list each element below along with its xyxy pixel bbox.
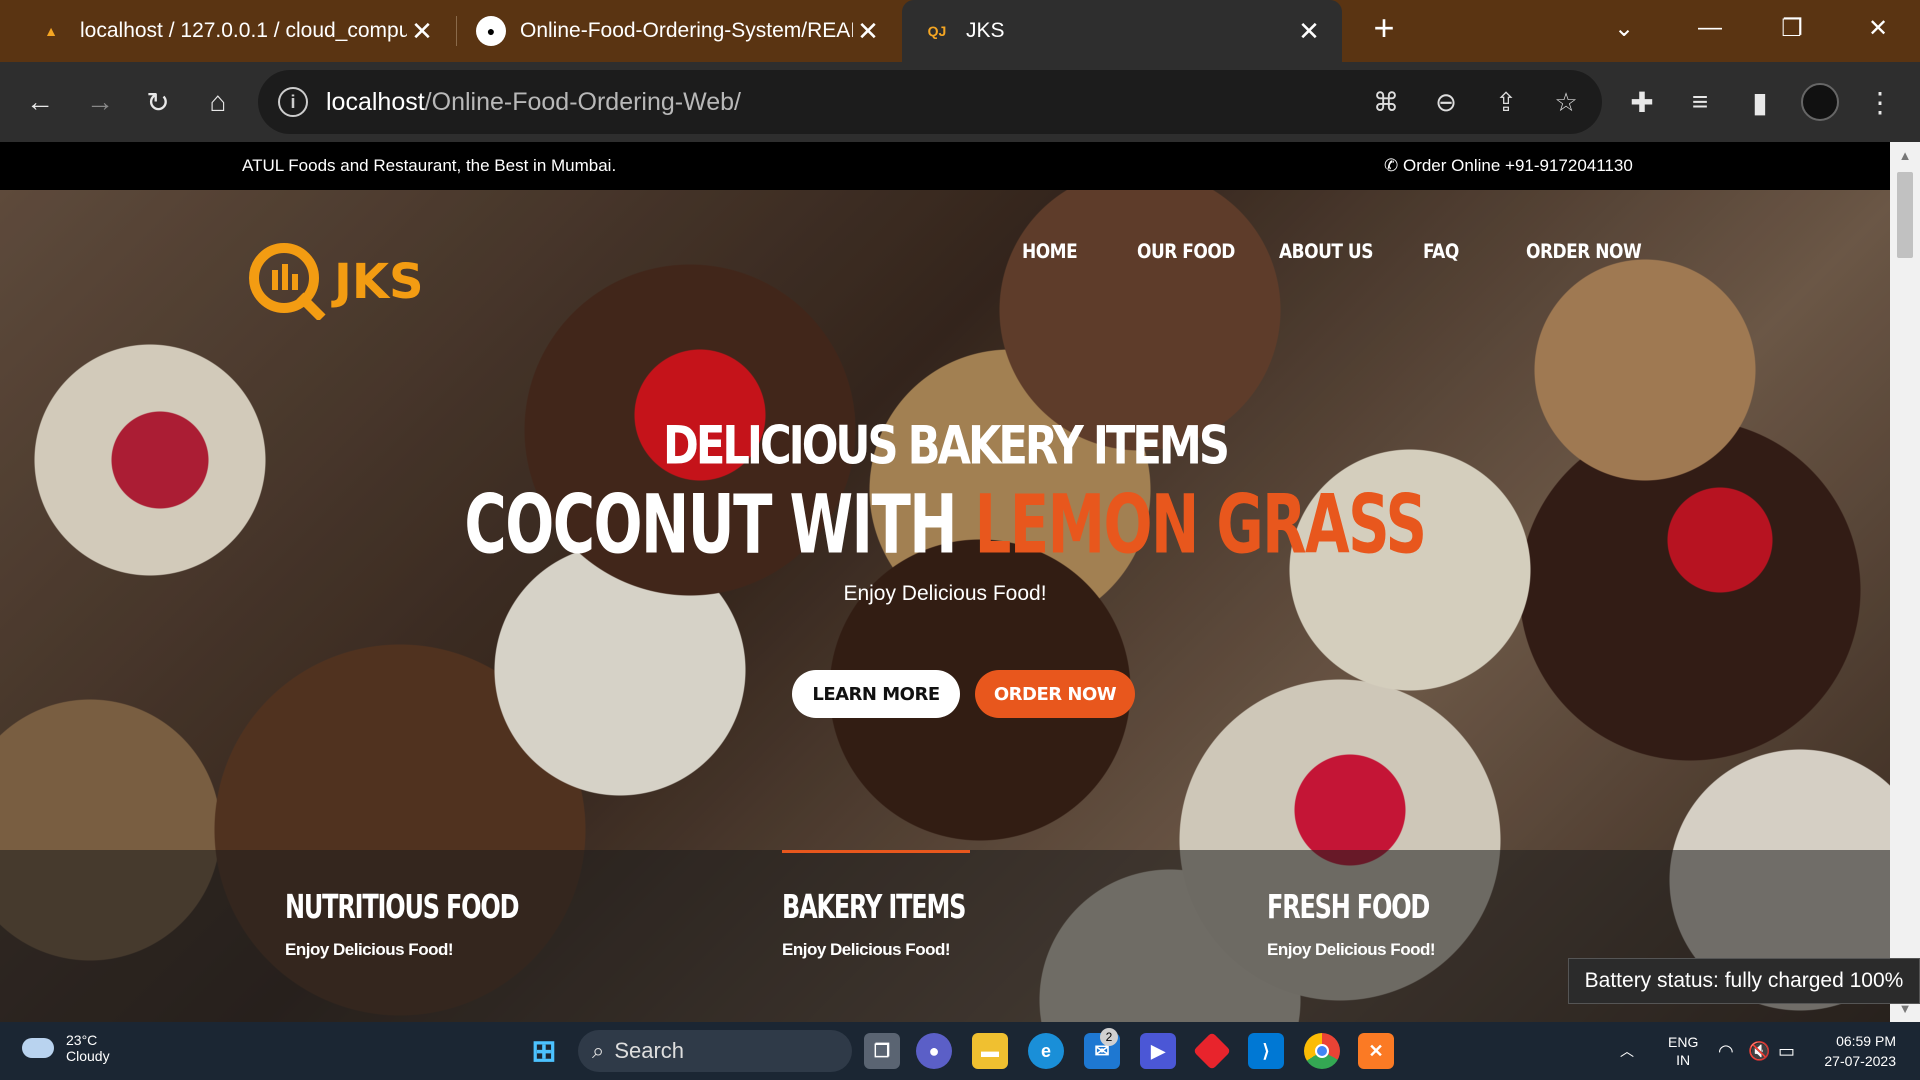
- feature-text: Enjoy Delicious Food!: [782, 940, 951, 959]
- show-hidden-icons[interactable]: ︿: [1620, 1022, 1634, 1080]
- bookmark-star-icon[interactable]: ☆: [1544, 80, 1588, 124]
- extensions-icon[interactable]: ✚: [1620, 80, 1664, 124]
- cloud-icon: [22, 1038, 54, 1058]
- tab-title: localhost / 127.0.0.1 / cloud_comput: [80, 19, 407, 42]
- close-icon[interactable]: ✕: [853, 16, 883, 47]
- weather-temp: 23°C: [66, 1032, 98, 1048]
- nav-order-now[interactable]: ORDER NOW: [1526, 241, 1642, 264]
- xampp-icon[interactable]: ✕: [1358, 1033, 1394, 1069]
- forward-icon[interactable]: →: [78, 80, 122, 124]
- language-indicator[interactable]: ENG IN: [1668, 1022, 1698, 1080]
- home-icon[interactable]: ⌂: [196, 80, 240, 124]
- wifi-icon[interactable]: ◠: [1718, 1022, 1734, 1080]
- feature-active-indicator: [782, 850, 970, 853]
- file-explorer-icon[interactable]: ▬: [972, 1033, 1008, 1069]
- jks-icon: QJ: [927, 23, 947, 39]
- feature-title: BAKERY ITEMS: [782, 888, 966, 927]
- close-icon[interactable]: ✕: [407, 16, 437, 47]
- feature-text: Enjoy Delicious Food!: [1267, 940, 1436, 959]
- weather-desc: Cloudy: [66, 1048, 110, 1064]
- menu-kebab-icon[interactable]: ⋮: [1858, 80, 1902, 124]
- chrome-icon[interactable]: [1304, 1033, 1340, 1069]
- system-clock[interactable]: 06:59 PM 27-07-2023: [1824, 1031, 1896, 1071]
- url-text[interactable]: localhost/Online-Food-Ordering-Web/: [326, 88, 741, 117]
- site-topbar: ATUL Foods and Restaurant, the Best in M…: [0, 142, 1890, 190]
- hero-tagline: Enjoy Delicious Food!: [843, 582, 1047, 605]
- edge-icon[interactable]: e: [1028, 1033, 1064, 1069]
- battery-icon[interactable]: ▭: [1778, 1022, 1795, 1080]
- volume-muted-icon[interactable]: 🔇: [1748, 1022, 1770, 1080]
- tab-title: JKS: [966, 19, 1005, 42]
- learn-more-button[interactable]: LEARN MORE: [792, 670, 960, 718]
- restore-button[interactable]: ❐: [1752, 0, 1832, 56]
- new-tab-button[interactable]: +: [1344, 0, 1424, 56]
- teams-chat-icon[interactable]: ●: [916, 1033, 952, 1069]
- git-icon[interactable]: [1192, 1031, 1232, 1071]
- zoom-icon[interactable]: ⊖: [1424, 80, 1468, 124]
- hero-subtitle: DELICIOUS BAKERY ITEMS: [663, 415, 1230, 477]
- site-info-icon[interactable]: i: [278, 87, 308, 117]
- nav-our-food[interactable]: OUR FOOD: [1137, 241, 1235, 264]
- search-label: Search: [614, 1038, 685, 1063]
- tab-title: Online-Food-Ordering-System/REAI: [520, 19, 853, 42]
- profile-avatar[interactable]: [1798, 80, 1842, 124]
- pma-icon: ▲: [44, 23, 58, 39]
- scroll-up-icon[interactable]: ▲: [1890, 148, 1920, 163]
- vscode-icon[interactable]: ⟩: [1248, 1033, 1284, 1069]
- feature-title: FRESH FOOD: [1267, 888, 1430, 927]
- tab-jks[interactable]: QJ JKS ✕: [902, 0, 1342, 62]
- search-icon: ⌕: [592, 1038, 605, 1063]
- share-icon[interactable]: ⇪: [1484, 80, 1528, 124]
- windows-taskbar: 23°C Cloudy ⊞ ⌕ Search ❐ ● ▬ e ✉ 2 ▶ ⟩ ✕…: [0, 1022, 1920, 1080]
- scrollbar-thumb[interactable]: [1897, 172, 1913, 258]
- topbar-phone[interactable]: ✆ Order Online +91-9172041130: [1384, 156, 1633, 176]
- close-icon[interactable]: ✕: [1294, 16, 1324, 47]
- browser-tab-bar: ▲ localhost / 127.0.0.1 / cloud_comput ✕…: [0, 0, 1920, 62]
- reload-icon[interactable]: ↻: [136, 80, 180, 124]
- minimize-button[interactable]: —: [1670, 0, 1750, 56]
- back-icon[interactable]: ←: [18, 80, 62, 124]
- tab-github[interactable]: ● Online-Food-Ordering-System/REAI ✕: [456, 0, 901, 62]
- close-window-button[interactable]: ✕: [1838, 0, 1918, 56]
- tab-phpmyadmin[interactable]: ▲ localhost / 127.0.0.1 / cloud_comput ✕: [0, 0, 455, 62]
- task-view-icon[interactable]: ❐: [864, 1033, 900, 1069]
- github-icon: ●: [476, 16, 506, 46]
- translate-icon[interactable]: ⌘: [1364, 80, 1408, 124]
- feature-title: NUTRITIOUS FOOD: [285, 888, 520, 927]
- taskbar-search[interactable]: ⌕ Search: [578, 1030, 852, 1072]
- address-bar[interactable]: i localhost/Online-Food-Ordering-Web/ ⌘ …: [258, 70, 1602, 134]
- nav-about-us[interactable]: ABOUT US: [1279, 241, 1373, 264]
- page-scrollbar[interactable]: ▲ ▼: [1890, 142, 1920, 1022]
- nav-faq[interactable]: FAQ: [1423, 241, 1459, 264]
- tab-search-chevron-icon[interactable]: ⌄: [1584, 0, 1664, 56]
- hero-title: COCONUT WITH LEMON GRASS: [464, 477, 1427, 573]
- weather-widget[interactable]: 23°C Cloudy: [22, 1032, 110, 1064]
- media-player-icon[interactable]: ▶: [1140, 1033, 1176, 1069]
- hero-section: JKS HOME OUR FOOD ABOUT US FAQ ORDER NOW…: [0, 190, 1890, 1022]
- battery-tooltip: Battery status: fully charged 100%: [1568, 958, 1920, 1004]
- side-panel-icon[interactable]: ▮: [1738, 80, 1782, 124]
- phone-icon: ✆: [1384, 156, 1403, 175]
- feature-text: Enjoy Delicious Food!: [285, 940, 454, 959]
- svg-text:JKS: JKS: [331, 254, 424, 310]
- nav-home[interactable]: HOME: [1022, 241, 1078, 264]
- topbar-tagline: ATUL Foods and Restaurant, the Best in M…: [242, 156, 617, 175]
- media-queue-icon[interactable]: ≡: [1678, 80, 1722, 124]
- windows-start-icon[interactable]: ⊞: [526, 1033, 562, 1069]
- mail-badge: 2: [1100, 1028, 1118, 1046]
- site-logo[interactable]: JKS: [244, 240, 454, 320]
- order-now-button[interactable]: ORDER NOW: [975, 670, 1135, 718]
- page-viewport: ATUL Foods and Restaurant, the Best in M…: [0, 142, 1890, 1022]
- browser-toolbar: ← → ↻ ⌂ i localhost/Online-Food-Ordering…: [0, 62, 1920, 142]
